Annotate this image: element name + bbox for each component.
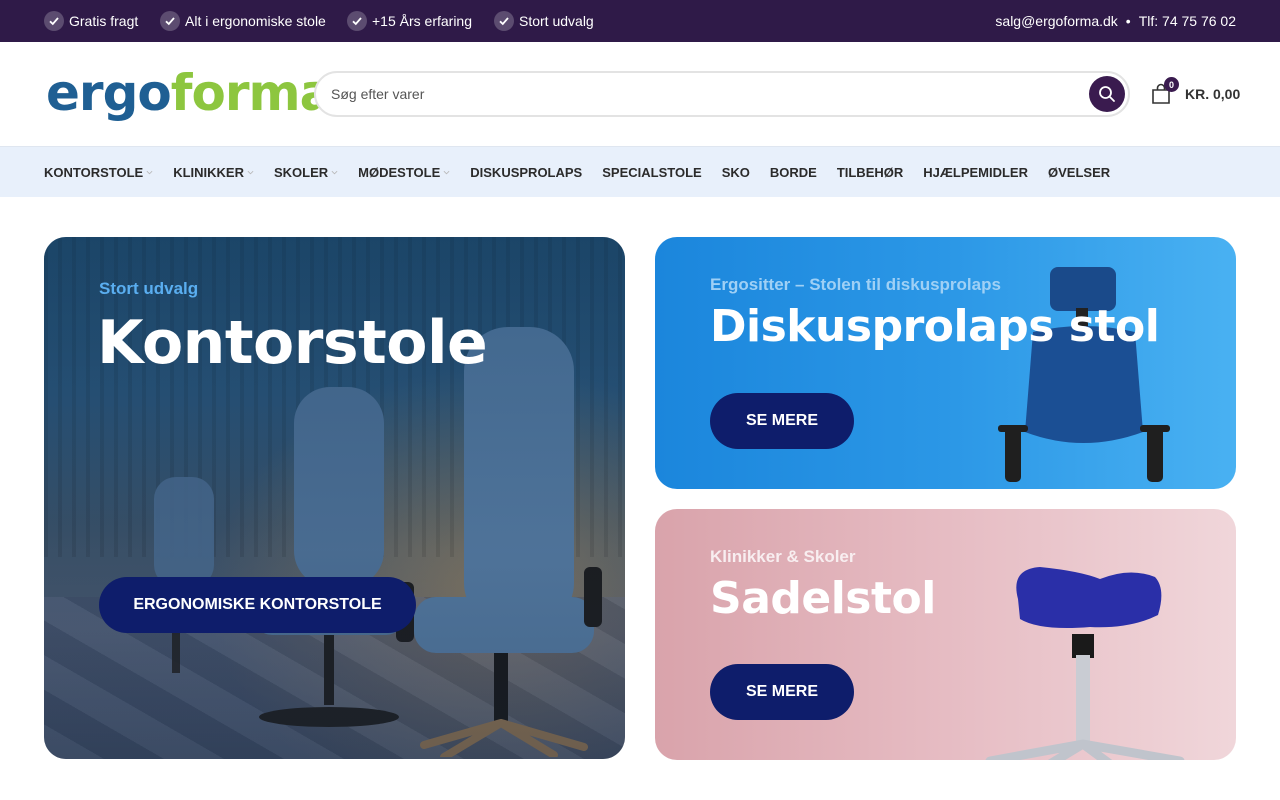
nav-item-label: MØDESTOLE [358,164,441,180]
see-more-button[interactable]: SE MERE [710,664,854,720]
search-icon [1099,86,1115,102]
nav-item-label: HJÆLPEMIDLER [923,164,1028,180]
banner-kicker: Klinikker & Skoler [710,547,856,566]
chevron-down-icon [247,170,254,174]
banner-saddle-chair[interactable]: Klinikker & Skoler Sadelstol SE MERE [655,509,1236,760]
site-header: ergoforma 0 KR. 0,00 [0,42,1280,146]
nav-item-hjaelpemidler[interactable]: HJÆLPEMIDLER [923,165,1028,180]
nav-item-tilbehor[interactable]: TILBEHØR [837,165,903,180]
nav-item-skoler[interactable]: SKOLER [274,165,338,180]
check-icon [160,11,180,31]
search-input[interactable] [331,73,1071,115]
chevron-down-icon [146,170,153,174]
contact-separator: • [1125,13,1131,29]
banner-office-chairs[interactable]: Stort udvalg Kontorstole ERGONOMISKE KON… [44,237,625,759]
ergonomic-office-chairs-button[interactable]: ERGONOMISKE KONTORSTOLE [99,577,416,633]
logo-text-forma: forma [170,64,334,122]
check-icon [347,11,367,31]
usp-label: +15 Års erfaring [372,13,472,29]
check-icon [44,11,64,31]
usp-label: Stort udvalg [519,13,594,29]
nav-item-label: SPECIALSTOLE [602,164,702,180]
usp-ergonomic-chairs: Alt i ergonomiske stole [160,0,326,42]
nav-item-label: BORDE [769,164,817,180]
contact-info: salg@ergoforma.dk • Tlf: 74 75 76 02 [995,0,1236,42]
usp-experience: +15 Års erfaring [347,0,472,42]
nav-item-label: KLINIKKER [173,164,244,180]
nav-item-label: KONTORSTOLE [44,164,144,180]
nav-item-specialstole[interactable]: SPECIALSTOLE [602,165,701,180]
banner-kicker: Stort udvalg [99,279,199,298]
nav-item-sko[interactable]: SKO [722,165,750,180]
usp-label: Gratis fragt [69,13,139,29]
cart-count-badge: 0 [1164,77,1179,92]
nav-item-label: TILBEHØR [836,164,904,180]
banner-title: Sadelstol [710,573,936,624]
nav-item-ovelser[interactable]: ØVELSER [1048,165,1110,180]
banner-title: Diskusprolaps stol [710,301,1160,352]
banner-title: Kontorstole [97,308,488,378]
nav-item-label: DISKUSPROLAPS [470,164,583,180]
usp-free-shipping: Gratis fragt [44,0,138,42]
cart-button[interactable]: 0 KR. 0,00 [1150,77,1241,105]
nav-item-label: SKO [721,164,750,180]
see-more-button[interactable]: SE MERE [710,393,854,449]
nav-item-borde[interactable]: BORDE [770,165,817,180]
saddle-chair-image [985,567,1185,760]
phone-link[interactable]: Tlf: 74 75 76 02 [1139,13,1236,29]
banner-disc-prolapse-chair[interactable]: Ergositter – Stolen til diskusprolaps Di… [655,237,1236,489]
nav-item-diskusprolaps[interactable]: DISKUSPROLAPS [470,165,582,180]
main-navigation: KONTORSTOLE KLINIKKER SKOLER MØDESTOLE D… [0,146,1280,197]
search-bar [314,71,1130,117]
nav-item-label: SKOLER [273,164,329,180]
disc-prolapse-chair-image [998,267,1170,482]
nav-item-label: ØVELSER [1048,164,1111,180]
nav-item-klinikker[interactable]: KLINIKKER [173,165,254,180]
cart-total: KR. 0,00 [1185,86,1241,102]
chevron-down-icon [443,170,450,174]
nav-item-kontorstole[interactable]: KONTORSTOLE [44,165,153,180]
usp-label: Alt i ergonomiske stole [185,13,326,29]
email-link[interactable]: salg@ergoforma.dk [995,13,1117,29]
nav-item-modestole[interactable]: MØDESTOLE [358,165,450,180]
logo-text-ergo: ergo [46,64,172,122]
search-button[interactable] [1089,76,1125,112]
usp-large-selection: Stort udvalg [494,0,594,42]
check-icon [494,11,514,31]
top-bar: Gratis fragt Alt i ergonomiske stole +15… [0,0,1280,42]
banner-kicker: Ergositter – Stolen til diskusprolaps [710,275,1001,294]
shopping-bag-icon: 0 [1150,77,1179,105]
chevron-down-icon [331,170,338,174]
logo[interactable]: ergoforma [46,62,334,124]
